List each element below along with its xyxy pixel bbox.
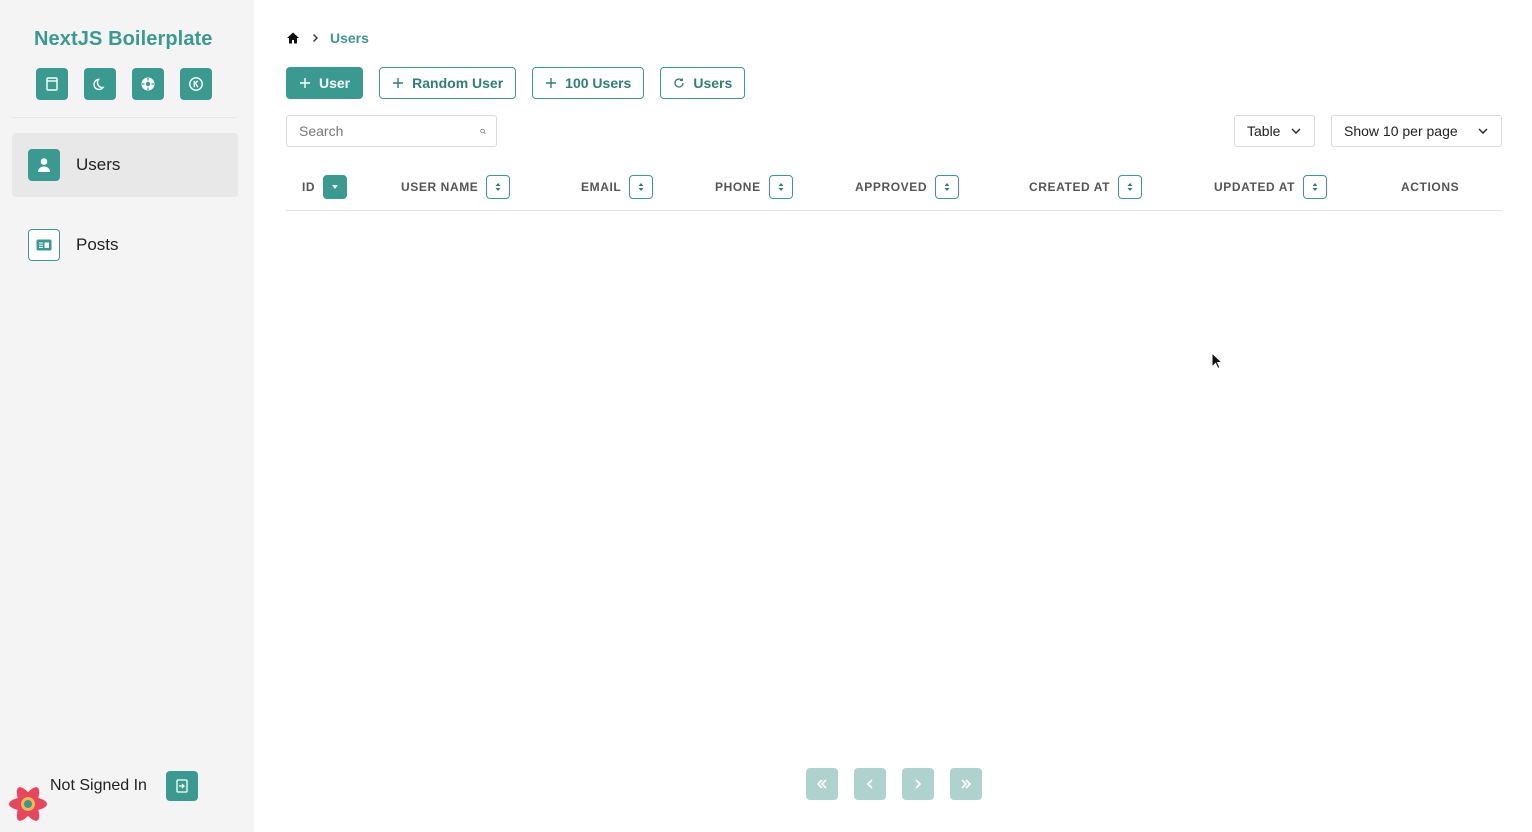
breadcrumb-current[interactable]: Users	[330, 30, 369, 46]
signin-area: Not Signed In	[8, 770, 208, 822]
pagination	[806, 768, 982, 800]
sort-created-at-button[interactable]	[1118, 175, 1143, 199]
plus-icon	[546, 78, 557, 88]
add-user-button[interactable]: User	[286, 67, 364, 99]
sidebar-item-label: Posts	[76, 235, 119, 254]
user-icon	[38, 158, 50, 172]
sign-in-icon	[176, 779, 188, 793]
toolbar: User Random User 100 Users Users	[286, 67, 746, 99]
sort-icon	[778, 183, 784, 191]
column-header-phone: PHONE	[715, 175, 793, 199]
column-label: ID	[302, 180, 316, 194]
add-user-label: User	[319, 75, 351, 91]
previous-page-button[interactable]	[854, 768, 886, 800]
chevron-right-icon	[313, 34, 318, 42]
home-icon[interactable]	[286, 31, 300, 45]
sort-icon	[1312, 183, 1318, 191]
layout-toggle-button[interactable]	[36, 68, 68, 100]
add-random-user-button[interactable]: Random User	[379, 67, 517, 99]
chevron-down-icon	[1291, 128, 1301, 134]
column-header-updated-at: UPDATED AT	[1214, 175, 1328, 199]
k-badge-button[interactable]	[180, 68, 212, 100]
last-page-icon	[961, 779, 972, 789]
sidebar-divider	[12, 117, 236, 118]
column-header-actions: ACTIONS	[1401, 175, 1459, 199]
post-icon-box	[28, 229, 60, 261]
column-label: CREATED AT	[1029, 180, 1111, 194]
column-header-approved: APPROVED	[855, 175, 960, 199]
column-label: UPDATED AT	[1214, 180, 1296, 194]
first-page-icon	[816, 779, 827, 789]
refresh-users-label: Users	[693, 75, 733, 91]
column-label: APPROVED	[855, 180, 928, 194]
sort-icon	[944, 183, 950, 191]
react-logo-icon	[9, 787, 47, 821]
add-100-users-button[interactable]: 100 Users	[532, 67, 645, 99]
chevron-down-icon	[1478, 128, 1488, 134]
sidebar-item-label: Users	[76, 155, 121, 174]
sort-down-icon	[332, 185, 339, 189]
sort-username-button[interactable]	[486, 175, 511, 199]
sort-updated-at-button[interactable]	[1303, 175, 1328, 199]
plus-icon	[300, 78, 310, 88]
user-icon-box	[28, 149, 60, 181]
column-label: USER NAME	[401, 180, 479, 194]
breadcrumb: Users	[286, 30, 369, 46]
app-brand[interactable]: NextJS Boilerplate	[34, 28, 213, 51]
previous-page-icon	[866, 779, 873, 789]
add-random-user-label: Random User	[412, 75, 504, 91]
theme-toggle-button[interactable]	[84, 68, 116, 100]
signin-status: Not Signed In	[50, 777, 147, 794]
table-header: ID USER NAME EMAIL PHONE APPROVED CREATE…	[286, 163, 1502, 211]
settings-icon	[141, 77, 155, 91]
main-content: Users User Random User 100 Users Users T…	[254, 0, 1532, 832]
sign-in-button[interactable]	[166, 771, 198, 801]
last-page-button[interactable]	[950, 768, 982, 800]
search-input[interactable]	[299, 123, 480, 139]
column-header-created-at: CREATED AT	[1029, 175, 1143, 199]
column-label: PHONE	[715, 180, 761, 194]
search-icon[interactable]	[480, 125, 486, 138]
first-page-button[interactable]	[806, 768, 838, 800]
layout-icon	[46, 77, 58, 91]
next-page-icon	[915, 779, 922, 789]
search-box	[286, 115, 497, 147]
column-header-username: USER NAME	[401, 175, 511, 199]
next-page-button[interactable]	[902, 768, 934, 800]
post-card-icon	[36, 239, 52, 251]
view-mode-value: Table	[1247, 123, 1281, 139]
sort-phone-button[interactable]	[768, 175, 793, 199]
column-header-email: EMAIL	[581, 175, 654, 199]
sort-icon	[638, 183, 644, 191]
column-label: EMAIL	[581, 180, 622, 194]
sort-approved-button[interactable]	[935, 175, 960, 199]
sidebar: NextJS Boilerplate Users Posts Not Signe…	[0, 0, 254, 832]
refresh-icon	[674, 78, 684, 88]
sidebar-item-posts[interactable]: Posts	[12, 213, 238, 277]
column-header-id: ID	[302, 175, 348, 199]
mouse-cursor-icon	[1211, 352, 1223, 370]
sort-id-button[interactable]	[323, 175, 348, 199]
add-100-users-label: 100 Users	[565, 75, 632, 91]
moon-icon	[93, 78, 105, 91]
column-label: ACTIONS	[1401, 180, 1460, 194]
refresh-users-button[interactable]: Users	[660, 67, 746, 99]
settings-button[interactable]	[132, 68, 164, 100]
per-page-select[interactable]: Show 10 per page	[1331, 115, 1502, 147]
view-mode-select[interactable]: Table	[1234, 115, 1315, 147]
sidebar-item-users[interactable]: Users	[12, 133, 238, 197]
per-page-value: Show 10 per page	[1344, 123, 1458, 139]
quick-icon-row	[36, 68, 212, 100]
sort-icon	[1127, 183, 1133, 191]
sort-icon	[495, 183, 501, 191]
k-badge-icon	[189, 77, 203, 91]
plus-icon	[393, 78, 404, 88]
sort-email-button[interactable]	[629, 175, 654, 199]
